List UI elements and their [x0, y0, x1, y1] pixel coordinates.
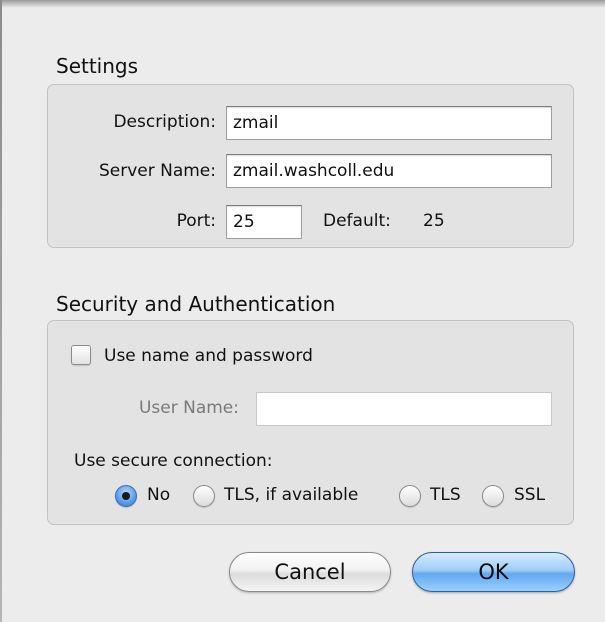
secure-connection-label: Use secure connection: — [74, 451, 273, 471]
description-input[interactable] — [226, 106, 552, 140]
port-input[interactable] — [226, 205, 302, 239]
radio-ssl-label: SSL — [514, 485, 546, 505]
description-label: Description: — [113, 112, 216, 132]
radio-tls-if-available-label: TLS, if available — [224, 485, 359, 505]
user-name-input[interactable] — [256, 392, 552, 426]
radio-tls-label: TLS — [430, 485, 461, 505]
user-name-label: User Name: — [138, 398, 239, 418]
radio-tls[interactable] — [399, 485, 421, 507]
server-name-label: Server Name: — [98, 161, 216, 181]
window-top-shadow — [0, 0, 605, 8]
default-port-label: Default: — [323, 211, 391, 231]
radio-tls-if-available[interactable] — [193, 485, 215, 507]
radio-no-label: No — [147, 485, 171, 505]
settings-section-title: Settings — [56, 54, 139, 78]
default-port-value: 25 — [423, 211, 445, 231]
ok-button[interactable]: OK — [412, 552, 575, 592]
radio-selected-dot — [122, 492, 130, 500]
radio-no[interactable] — [115, 485, 137, 507]
cancel-button[interactable]: Cancel — [229, 552, 391, 592]
use-name-password-checkbox[interactable] — [71, 345, 91, 365]
server-name-input[interactable] — [226, 154, 552, 188]
use-name-password-label: Use name and password — [104, 346, 313, 366]
radio-ssl[interactable] — [482, 485, 504, 507]
port-label: Port: — [176, 211, 216, 231]
window-left-edge — [0, 0, 2, 622]
security-section-title: Security and Authentication — [56, 292, 336, 316]
